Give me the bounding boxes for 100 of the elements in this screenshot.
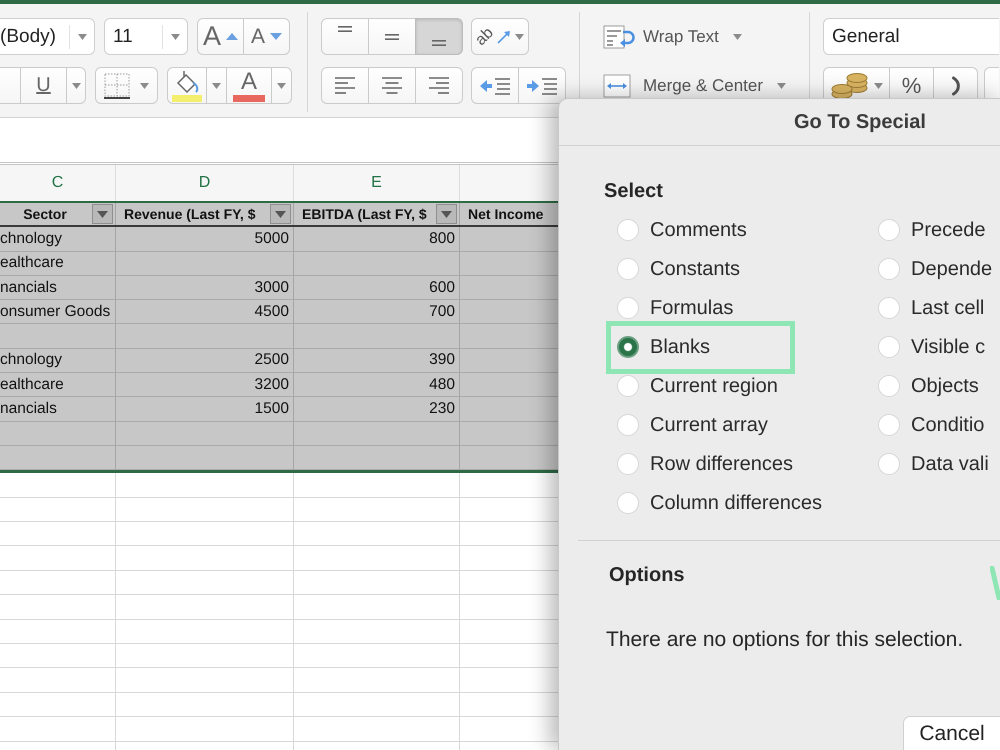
radio-label[interactable]: Conditio [911, 414, 984, 436]
column-header[interactable]: D [116, 165, 294, 201]
underline-menu-button[interactable] [66, 67, 86, 104]
caret-icon [515, 34, 524, 40]
radio-label[interactable]: Comments [650, 218, 747, 242]
align-lines-icon [381, 77, 403, 94]
triangle-down-icon [270, 33, 282, 40]
orientation-button[interactable]: ab [471, 18, 529, 55]
caret-icon [78, 34, 86, 40]
increase-indent-button[interactable] [518, 67, 566, 104]
table-cell: 700 [429, 302, 455, 321]
horizontal-align-button[interactable] [415, 67, 463, 104]
filter-button[interactable] [270, 204, 291, 224]
column-heading: Sector [22, 206, 68, 222]
options-message: There are no options for this selection. [606, 627, 964, 653]
column-header[interactable]: C [0, 165, 116, 201]
table-cell: 390 [429, 351, 455, 370]
cancel-button[interactable]: Cancel [903, 716, 1000, 750]
font-color-menu-button[interactable] [271, 67, 292, 104]
vertical-align-button[interactable] [415, 18, 463, 55]
align-lines-icon [385, 34, 399, 40]
table-cell: nancials [0, 278, 57, 297]
caret-icon [140, 82, 149, 88]
table-cell: 480 [429, 376, 455, 394]
table-cell: 3200 [254, 376, 289, 394]
merge-center-button[interactable]: Merge & Center [600, 67, 786, 104]
comma-style-icon [950, 76, 960, 96]
caret-icon [170, 34, 180, 40]
radio-button[interactable] [617, 336, 639, 358]
align-lines-icon [338, 26, 352, 32]
decrease-indent-icon [480, 76, 510, 94]
font-size-box[interactable]: 11 [104, 18, 188, 55]
radio-label[interactable]: Visible c [911, 336, 986, 358]
coins-icon [830, 72, 868, 100]
section-heading: Select [604, 179, 663, 204]
borders-button[interactable] [95, 67, 158, 104]
fill-color-menu-button[interactable] [206, 67, 227, 104]
radio-label[interactable]: Formulas [650, 296, 734, 320]
align-lines-icon [432, 40, 446, 46]
underline-button[interactable]: U [20, 67, 67, 104]
font-color-bar-icon [233, 94, 265, 102]
number-format-box[interactable]: General [823, 18, 999, 55]
caret-icon [97, 210, 108, 218]
fill-color-button[interactable] [167, 67, 207, 104]
caret-icon [72, 82, 80, 88]
horizontal-align-button[interactable] [368, 67, 416, 104]
increase-indent-icon [527, 76, 557, 94]
caret-icon [275, 210, 286, 218]
radio-label[interactable]: Depende [911, 258, 992, 280]
wrap-text-icon [603, 24, 635, 50]
wrap-text-button[interactable]: Wrap Text [600, 18, 742, 55]
caret-icon [212, 82, 221, 88]
font-name-box[interactable]: (Body) [0, 18, 95, 55]
table-cell: 800 [429, 230, 455, 248]
column-heading: Net Income [468, 206, 544, 222]
column-heading: EBITDA (Last FY, $ [302, 206, 428, 222]
table-cell: chnology [0, 351, 62, 370]
radio-label[interactable]: Data vali [911, 452, 989, 476]
vertical-align-button[interactable] [321, 18, 369, 55]
radio-label[interactable]: Current array [650, 414, 768, 436]
radio-label[interactable]: Objects [911, 374, 979, 398]
align-lines-icon [428, 77, 450, 94]
shrink-font-button[interactable]: A [243, 18, 290, 55]
diagonal-arrow-icon [497, 30, 512, 44]
paint-bucket-icon [172, 70, 202, 102]
merge-cells-icon [603, 74, 631, 98]
caret-icon [441, 210, 452, 218]
radio-label[interactable]: Precede [911, 218, 986, 242]
caret-icon [277, 82, 286, 88]
vertical-align-button[interactable] [368, 18, 416, 55]
table-cell: 230 [429, 400, 455, 418]
table-cell: onsumer Goods [0, 302, 110, 321]
caret-icon [732, 34, 742, 40]
font-color-button[interactable]: A [226, 67, 272, 104]
caret-icon [874, 82, 882, 88]
table-cell: chnology [0, 230, 62, 248]
filter-button[interactable] [92, 204, 113, 224]
filter-button[interactable] [436, 204, 457, 224]
table-cell: nancials [0, 400, 57, 418]
radio-label[interactable]: Current region [650, 374, 778, 398]
column-header[interactable]: E [294, 165, 460, 201]
horizontal-align-button[interactable] [321, 67, 369, 104]
table-cell: 1500 [254, 400, 289, 418]
decrease-indent-button[interactable] [471, 67, 519, 104]
table-cell: 4500 [254, 302, 289, 321]
column-heading: Revenue (Last FY, $ [124, 206, 256, 222]
stroke-mark-icon [990, 566, 1000, 600]
radio-label[interactable]: Blanks [650, 336, 710, 358]
table-cell: ealthcare [0, 376, 64, 394]
radio-label[interactable]: Column differences [650, 492, 822, 514]
table-cell: 600 [429, 278, 455, 297]
table-cell: 3000 [254, 278, 289, 297]
caret-icon [777, 82, 786, 88]
radio-label[interactable]: Last cell [911, 296, 984, 320]
section-heading: Options [609, 563, 685, 588]
grow-font-button[interactable]: A [197, 18, 244, 55]
radio-label[interactable]: Row differences [650, 452, 794, 476]
triangle-up-icon [226, 33, 238, 40]
align-lines-icon [334, 77, 356, 94]
radio-label[interactable]: Constants [650, 258, 740, 280]
